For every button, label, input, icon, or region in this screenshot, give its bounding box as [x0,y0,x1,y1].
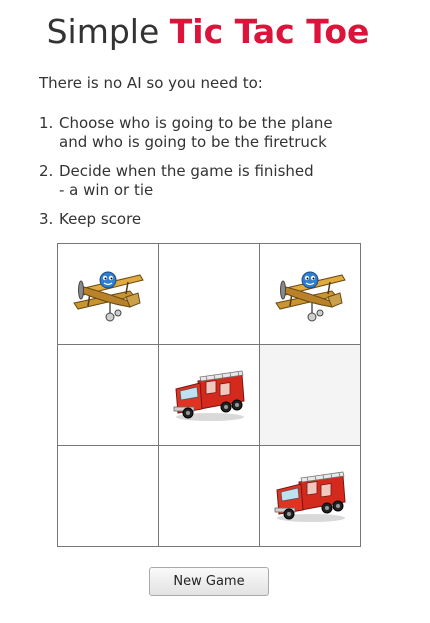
instruction-number: 1. [39,114,54,132]
instruction-item: 3. Keep score [39,210,399,229]
board-cell[interactable] [57,344,159,446]
firetruck-icon [274,471,346,522]
board-cell[interactable] [158,344,260,446]
game-board [57,243,361,547]
firetruck-icon [173,370,245,421]
board-cell[interactable] [259,445,361,547]
instruction-text: and who is going to be the firetruck [59,133,327,151]
new-game-button[interactable]: New Game [149,567,269,596]
board-cell[interactable] [57,243,159,345]
instruction-item: 1. Choose who is going to be the plane a… [39,114,399,152]
instructions-list: 1. Choose who is going to be the plane a… [39,114,399,239]
instruction-number: 2. [39,162,54,180]
page-title: Simple Tic Tac Toe [0,10,416,54]
title-accent: Tic Tac Toe [169,12,370,51]
intro-text: There is no AI so you need to: [39,74,263,92]
board-cell[interactable] [158,445,260,547]
board-cell[interactable] [259,243,361,345]
instruction-text: - a win or tie [59,181,154,199]
title-prefix: Simple [46,12,160,51]
board-cell[interactable] [259,344,361,446]
instruction-number: 3. [39,210,54,228]
biplane-icon [73,271,144,322]
instruction-item: 2. Decide when the game is finished - a … [39,162,399,200]
board-cell[interactable] [57,445,159,547]
instruction-text: Keep score [59,210,142,228]
instruction-text: Choose who is going to be the plane [59,114,333,132]
biplane-icon [275,271,346,322]
board-cell[interactable] [158,243,260,345]
instruction-text: Decide when the game is finished [59,162,314,180]
